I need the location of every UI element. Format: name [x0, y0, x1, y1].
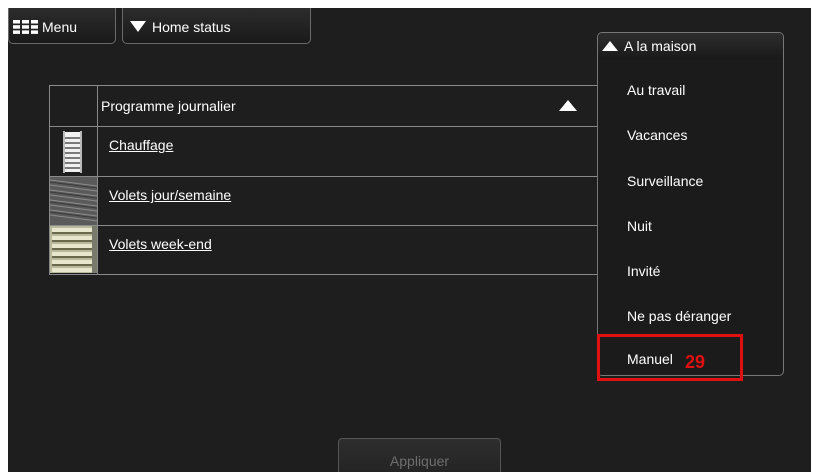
radiator-icon — [50, 127, 98, 176]
home-status-dropdown: A la maison Au travail Vacances Surveill… — [597, 32, 784, 376]
option-ne-pas-deranger[interactable]: Ne pas déranger — [627, 308, 731, 324]
menu-label: Menu — [42, 19, 78, 35]
table-row[interactable]: Chauffage — [50, 127, 607, 177]
grid-menu-icon — [13, 20, 38, 34]
option-invite[interactable]: Invité — [627, 263, 660, 279]
option-nuit[interactable]: Nuit — [627, 218, 652, 234]
blinds-dark-icon — [49, 177, 98, 225]
annotation-highlight-box — [597, 334, 743, 381]
table-row[interactable]: Volets jour/semaine — [49, 177, 607, 226]
blinds-light-icon — [50, 226, 98, 274]
row-label-volets-jour-semaine[interactable]: Volets jour/semaine — [109, 187, 231, 203]
apply-button[interactable]: Appliquer — [338, 438, 501, 472]
table-header-row: Programme journalier — [50, 86, 607, 127]
triangle-down-icon — [130, 21, 146, 32]
table-row[interactable]: Volets week-end — [50, 226, 607, 274]
home-status-label: Home status — [152, 19, 231, 35]
sort-up-icon[interactable] — [559, 100, 577, 111]
table-header-label: Programme journalier — [101, 98, 236, 114]
home-status-screen: Menu Home status Programme journalier Ch… — [8, 8, 811, 472]
row-label-volets-week-end[interactable]: Volets week-end — [109, 236, 212, 252]
triangle-up-icon — [602, 41, 618, 51]
dropdown-selected-label: A la maison — [624, 38, 697, 54]
home-status-button[interactable]: Home status — [122, 8, 311, 44]
row-label-chauffage[interactable]: Chauffage — [109, 137, 173, 153]
table-header-thumb-cell — [50, 86, 98, 126]
option-surveillance[interactable]: Surveillance — [627, 173, 703, 189]
option-vacances[interactable]: Vacances — [627, 127, 687, 143]
option-au-travail[interactable]: Au travail — [627, 82, 685, 98]
dropdown-selected[interactable]: A la maison — [598, 33, 783, 59]
menu-button[interactable]: Menu — [8, 8, 116, 44]
annotation-number: 29 — [685, 352, 706, 372]
daily-program-table: Programme journalier Chauffage Volets jo… — [49, 85, 608, 275]
